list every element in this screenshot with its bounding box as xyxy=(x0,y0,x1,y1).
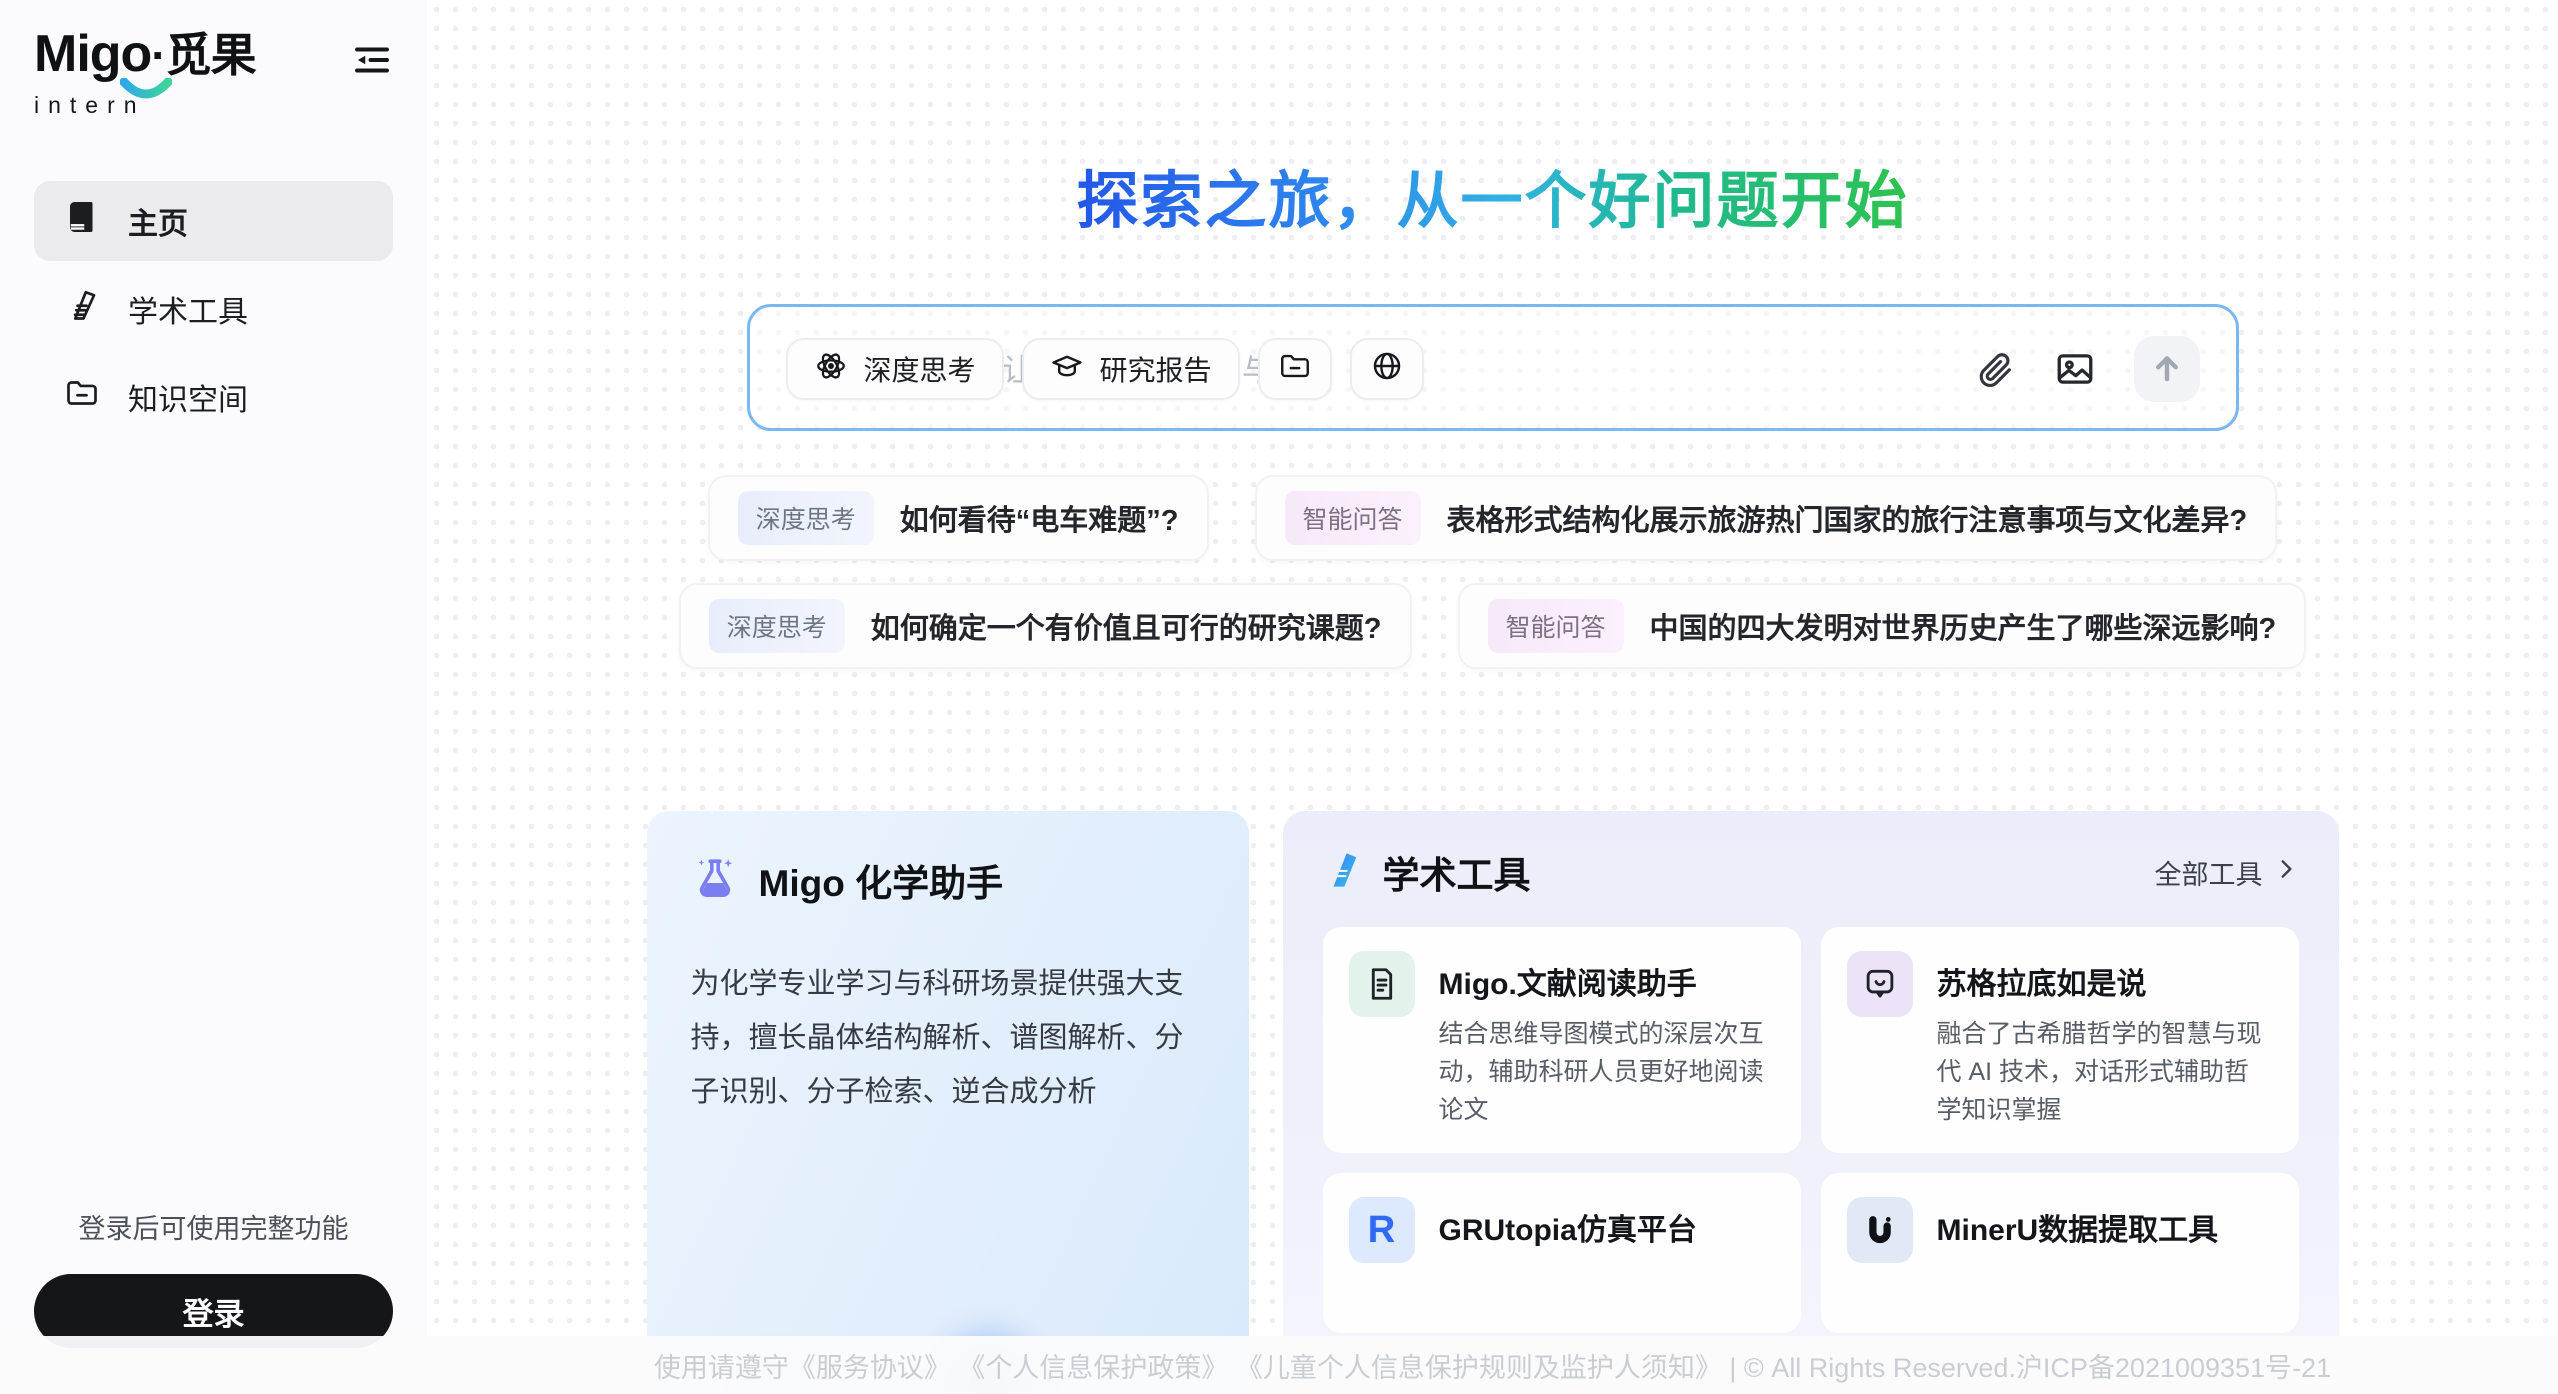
web-search-button[interactable] xyxy=(1350,338,1424,400)
chip-text: 如何确定一个有价值且可行的研究课题? xyxy=(871,605,1382,647)
tool-item-mineru[interactable]: MinerU数据提取工具 xyxy=(1821,1173,2299,1333)
tool-desc: 融合了古希腊哲学的智慧与现代 AI 技术，对话形式辅助哲学知识掌握 xyxy=(1937,1015,2273,1129)
all-tools-label: 全部工具 xyxy=(2155,853,2263,892)
chevron-right-icon xyxy=(2273,856,2299,889)
chip-text: 中国的四大发明对世界历史产生了哪些深远影响? xyxy=(1650,605,2277,647)
chemistry-card-description: 为化学专业学习与科研场景提供强大支持，擅长晶体结构解析、谱图解析、分子识别、分子… xyxy=(691,957,1205,1119)
image-icon[interactable] xyxy=(2054,348,2096,390)
tool-desc: 结合思维导图模式的深层次互动，辅助科研人员更好地阅读论文 xyxy=(1439,1015,1775,1129)
tool-text: MinerU数据提取工具 xyxy=(1937,1197,2219,1309)
folder-tool-button[interactable] xyxy=(1258,338,1332,400)
tools-card-header: 学术工具 全部工具 xyxy=(1323,845,2299,899)
sidebar-item-home[interactable]: 主页 xyxy=(34,181,393,261)
chip-tag: 智能问答 xyxy=(1285,491,1421,545)
pen-icon xyxy=(64,287,100,331)
r-logo-icon: R xyxy=(1349,1197,1415,1263)
tool-name: MinerU数据提取工具 xyxy=(1937,1205,2219,1249)
sidebar-item-label: 知识空间 xyxy=(128,375,248,419)
sidebar-item-label: 学术工具 xyxy=(128,287,248,331)
composer-toolbar-left: 深度思考 研究报告 xyxy=(786,338,1424,400)
chemistry-card-title: Migo 化学助手 xyxy=(759,853,1004,907)
tool-text: Migo.文献阅读助手 结合思维导图模式的深层次互动，辅助科研人员更好地阅读论文 xyxy=(1439,951,1775,1129)
logo-smile-arc-icon xyxy=(120,78,172,102)
chip-text: 如何看待“电车难题”? xyxy=(900,497,1179,539)
suggestion-chip[interactable]: 智能问答 中国的四大发明对世界历史产生了哪些深远影响? xyxy=(1458,583,2307,669)
main-content: 探索之旅，从一个好问题开始 输入问题，让 Migo 陪你探索与学习 xyxy=(427,0,2558,1394)
composer-toolbar-right xyxy=(1976,336,2200,402)
chemistry-assistant-card[interactable]: Migo 化学助手 为化学专业学习与科研场景提供强大支持，擅长晶体结构解析、谱图… xyxy=(647,811,1249,1394)
sidebar-header: Migo·觅果 intern xyxy=(34,28,393,117)
composer-toolbar: 深度思考 研究报告 xyxy=(786,336,2200,402)
logo-en: Migo xyxy=(34,25,151,83)
research-report-label: 研究报告 xyxy=(1100,349,1212,389)
suggestion-row-2: 深度思考 如何确定一个有价值且可行的研究课题? 智能问答 中国的四大发明对世界历… xyxy=(679,583,2306,669)
atom-icon xyxy=(814,349,848,390)
tools-card-title: 学术工具 xyxy=(1383,845,1531,899)
send-button[interactable] xyxy=(2134,336,2200,402)
sidebar-item-knowledge-space[interactable]: 知识空间 xyxy=(34,357,393,437)
paperclip-icon[interactable] xyxy=(1976,349,2016,389)
feature-cards: Migo 化学助手 为化学专业学习与科研场景提供强大支持，擅长晶体结构解析、谱图… xyxy=(647,811,2339,1394)
academic-tools-card: 学术工具 全部工具 xyxy=(1283,811,2339,1394)
deep-think-label: 深度思考 xyxy=(864,349,976,389)
sidebar-spacer xyxy=(34,437,393,1207)
tools-grid: Migo.文献阅读助手 结合思维导图模式的深层次互动，辅助科研人员更好地阅读论文 xyxy=(1323,927,2299,1333)
page-title: 探索之旅，从一个好问题开始 xyxy=(1076,150,1908,240)
tool-text: 苏格拉底如是说 融合了古希腊哲学的智慧与现代 AI 技术，对话形式辅助哲学知识掌… xyxy=(1937,951,2273,1129)
footer-legal-text: 使用请遵守《服务协议》 《个人信息保护政策》 《儿童个人信息保护规则及监护人须知… xyxy=(654,1346,2331,1385)
all-tools-link[interactable]: 全部工具 xyxy=(2155,853,2299,892)
tool-name: GRUtopia仿真平台 xyxy=(1439,1205,1697,1249)
blue-pen-icon xyxy=(1323,849,1365,896)
chip-tag: 智能问答 xyxy=(1488,599,1624,653)
tool-name: Migo.文献阅读助手 xyxy=(1439,959,1775,1003)
sidebar-collapse-icon[interactable] xyxy=(351,42,393,81)
logo-wordmark: Migo·觅果 xyxy=(34,28,256,80)
app-window: Migo·觅果 intern xyxy=(0,0,2558,1394)
globe-icon xyxy=(1370,349,1404,390)
chip-tag: 深度思考 xyxy=(709,599,845,653)
chat-smile-icon xyxy=(1847,951,1913,1017)
sidebar-nav: 主页 学术工具 知识空间 xyxy=(34,181,393,437)
mineru-logo-icon xyxy=(1847,1197,1913,1263)
flask-sparkle-icon xyxy=(691,854,739,907)
tool-name: 苏格拉底如是说 xyxy=(1937,959,2273,1003)
send-arrow-icon xyxy=(2148,349,2186,390)
chip-tag: 深度思考 xyxy=(738,491,874,545)
tool-item-grutopia[interactable]: R GRUtopia仿真平台 xyxy=(1323,1173,1801,1333)
tool-item-literature-reader[interactable]: Migo.文献阅读助手 结合思维导图模式的深层次互动，辅助科研人员更好地阅读论文 xyxy=(1323,927,1801,1153)
question-composer[interactable]: 输入问题，让 Migo 陪你探索与学习 深度思考 xyxy=(747,304,2239,431)
sidebar-item-academic-tools[interactable]: 学术工具 xyxy=(34,269,393,349)
suggestion-chip[interactable]: 深度思考 如何确定一个有价值且可行的研究课题? xyxy=(679,583,1412,669)
deep-think-button[interactable]: 深度思考 xyxy=(786,338,1004,400)
login-hint: 登录后可使用完整功能 xyxy=(34,1207,393,1246)
logo-zh: ·觅果 xyxy=(151,29,255,81)
chip-text: 表格形式结构化展示旅游热门国家的旅行注意事项与文化差异? xyxy=(1447,497,2248,539)
app-logo: Migo·觅果 intern xyxy=(34,28,256,117)
tools-title-row: 学术工具 xyxy=(1323,845,1531,899)
suggestion-chip[interactable]: 智能问答 表格形式结构化展示旅游热门国家的旅行注意事项与文化差异? xyxy=(1255,475,2278,561)
tool-text: GRUtopia仿真平台 xyxy=(1439,1197,1697,1309)
graduation-cap-icon xyxy=(1050,349,1084,390)
suggestion-chip[interactable]: 深度思考 如何看待“电车难题”? xyxy=(708,475,1209,561)
footer-bar: 使用请遵守《服务协议》 《个人信息保护政策》 《儿童个人信息保护规则及监护人须知… xyxy=(0,1336,2558,1394)
chemistry-card-header: Migo 化学助手 xyxy=(691,853,1205,907)
research-report-button[interactable]: 研究报告 xyxy=(1022,338,1240,400)
sidebar-item-label: 主页 xyxy=(128,199,188,243)
folder-icon xyxy=(64,375,100,419)
suggestion-chips: 深度思考 如何看待“电车难题”? 智能问答 表格形式结构化展示旅游热门国家的旅行… xyxy=(679,475,2306,669)
tool-item-socrates[interactable]: 苏格拉底如是说 融合了古希腊哲学的智慧与现代 AI 技术，对话形式辅助哲学知识掌… xyxy=(1821,927,2299,1153)
folder-icon xyxy=(1278,349,1312,390)
sidebar: Migo·觅果 intern xyxy=(0,0,427,1394)
book-icon xyxy=(64,199,100,243)
document-icon xyxy=(1349,951,1415,1017)
suggestion-row-1: 深度思考 如何看待“电车难题”? 智能问答 表格形式结构化展示旅游热门国家的旅行… xyxy=(708,475,2277,561)
